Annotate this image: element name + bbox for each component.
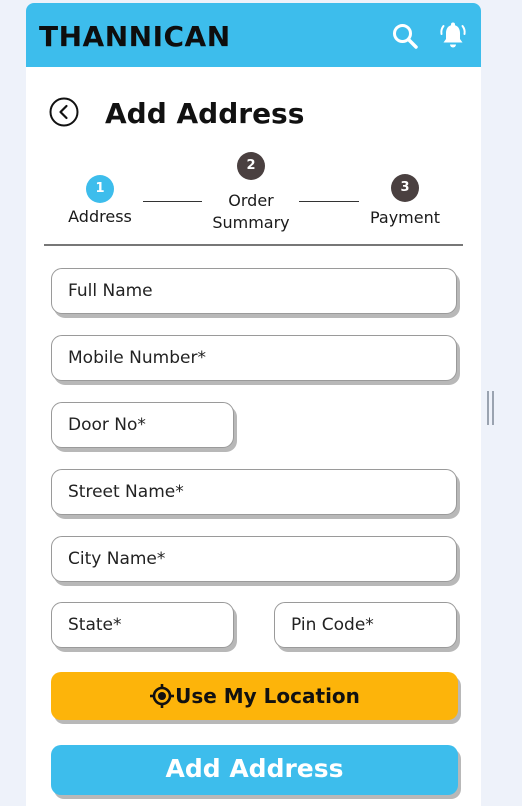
search-icon[interactable] [391, 21, 419, 51]
door-number-field[interactable]: Door No* [51, 402, 234, 448]
mobile-number-field[interactable]: Mobile Number* [51, 335, 457, 381]
step-3-indicator: 3 [391, 174, 419, 202]
brand-logo-text: THANNICAN [39, 20, 231, 53]
back-button[interactable] [49, 97, 79, 127]
crosshair-target-icon [150, 683, 175, 708]
app-page: THANNICAN Add Address 1 Address 2 Order … [26, 3, 481, 806]
section-divider [44, 244, 463, 246]
step-2-indicator: 2 [237, 152, 265, 180]
step-2-label: Order Summary [201, 190, 301, 234]
page-title: Add Address [105, 97, 305, 130]
step-connector [299, 201, 359, 202]
step-3-label: Payment [369, 208, 441, 227]
use-my-location-button[interactable]: Use My Location [51, 672, 458, 720]
step-connector [143, 201, 202, 202]
state-field[interactable]: State* [51, 602, 234, 648]
scrollbar-handle[interactable] [487, 391, 495, 425]
bell-ring-icon[interactable] [439, 21, 467, 51]
step-2-label-line1: Order [228, 191, 274, 210]
pin-code-field[interactable]: Pin Code* [274, 602, 457, 648]
top-app-bar: THANNICAN [26, 3, 481, 67]
full-name-field[interactable]: Full Name [51, 268, 457, 314]
add-address-button[interactable]: Add Address [51, 745, 458, 795]
step-2-label-line2: Summary [212, 213, 290, 232]
street-name-field[interactable]: Street Name* [51, 469, 457, 515]
city-name-field[interactable]: City Name* [51, 536, 457, 582]
use-my-location-label: Use My Location [175, 684, 360, 708]
step-1-indicator: 1 [86, 175, 114, 203]
step-1-label: Address [68, 207, 132, 226]
